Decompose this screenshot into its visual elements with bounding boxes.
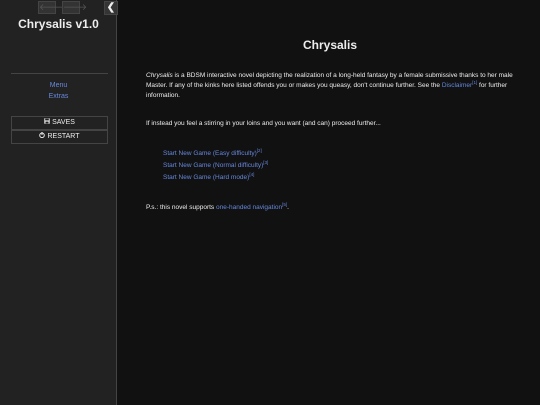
- history-back-button[interactable]: 🡐: [38, 1, 63, 14]
- saves-label: SAVES: [52, 119, 75, 126]
- menu-link-menu[interactable]: Menu: [0, 82, 117, 89]
- page-title: Chrysalis: [302, 38, 358, 52]
- start-hard-label[interactable]: Start New Game (Hard mode): [163, 174, 249, 181]
- start-normal-ref: [3]: [263, 159, 269, 165]
- one-handed-navigation-link[interactable]: one-handed navigation: [216, 204, 282, 211]
- chevron-left-icon: ❮: [106, 2, 116, 13]
- ps-text-end: .: [287, 204, 289, 211]
- start-hard-ref: [4]: [249, 171, 255, 177]
- start-easy-link[interactable]: Start New Game (Easy difficulty)[2]: [163, 147, 262, 159]
- start-normal-link[interactable]: Start New Game (Normal difficulty)[3]: [163, 159, 269, 171]
- stirring-paragraph: If instead you feel a stirring in your l…: [146, 120, 381, 127]
- restart-button[interactable]: RESTART: [11, 130, 108, 144]
- start-normal-label[interactable]: Start New Game (Normal difficulty): [163, 162, 263, 169]
- save-icon: [44, 117, 50, 129]
- ui-bar: 🡐 🡒 ❮ Chrysalis v1.0 Menu Extras SAVES R…: [0, 0, 118, 405]
- arrow-left-icon: 🡐: [39, 2, 64, 12]
- story-title: Chrysalis v1.0: [18, 17, 99, 31]
- ps-paragraph: P.s.: this novel supports one-handed nav…: [146, 202, 514, 213]
- arrow-right-icon: 🡒: [63, 2, 88, 12]
- saves-button[interactable]: SAVES: [11, 116, 108, 130]
- ps-text: P.s.: this novel supports: [146, 204, 216, 211]
- novel-name: Chrysalis: [146, 72, 173, 79]
- menu-link-extras[interactable]: Extras: [0, 93, 117, 100]
- ui-bar-toggle-button[interactable]: ❮: [104, 1, 118, 15]
- power-icon: [39, 131, 46, 143]
- intro-paragraph: Chrysalis is a BDSM interactive novel de…: [146, 71, 514, 101]
- disclaimer-link[interactable]: Disclaimer: [442, 82, 472, 89]
- restart-label: RESTART: [47, 133, 80, 140]
- start-easy-ref: [2]: [256, 147, 262, 153]
- start-easy-label[interactable]: Start New Game (Easy difficulty): [163, 150, 257, 157]
- sidebar-divider: [11, 73, 108, 74]
- start-hard-link[interactable]: Start New Game (Hard mode)[4]: [163, 171, 255, 183]
- history-forward-button[interactable]: 🡒: [62, 1, 87, 14]
